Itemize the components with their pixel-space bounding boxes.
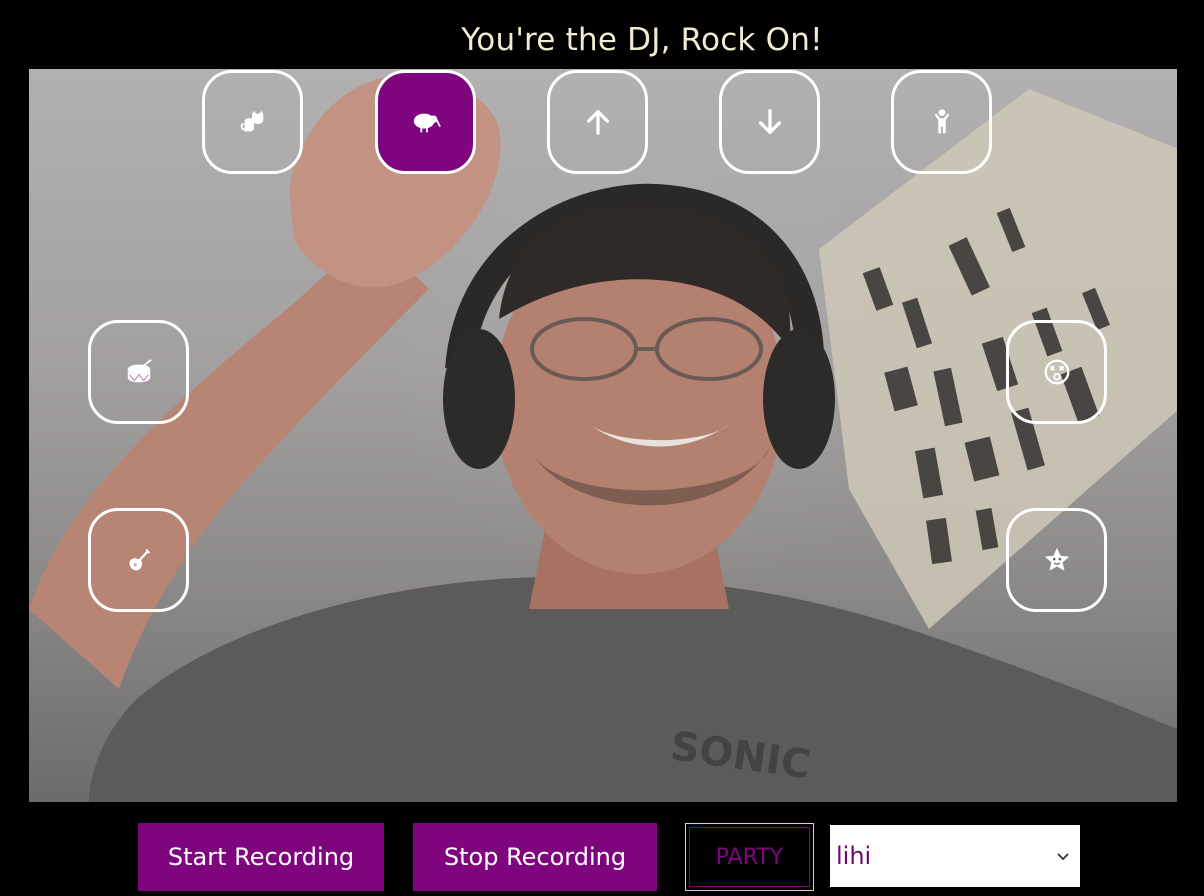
user-select-value: lihi	[836, 842, 872, 870]
webcam-frame: SONIC	[29, 76, 1177, 802]
guitar-pad[interactable]	[88, 508, 189, 612]
arrow-down-pad[interactable]	[719, 70, 820, 174]
child-pad[interactable]	[891, 70, 992, 174]
webcam-video: SONIC	[29, 69, 1177, 802]
child-icon	[934, 109, 949, 134]
star-face-pad[interactable]	[1006, 508, 1107, 612]
start-recording-button[interactable]: Start Recording	[138, 823, 384, 891]
user-select[interactable]: lihi	[830, 825, 1080, 887]
star-face-icon	[1044, 547, 1069, 571]
party-button-label: PARTY	[715, 844, 784, 870]
guitar-icon	[128, 548, 150, 571]
dizzy-face-pad[interactable]	[1006, 320, 1107, 424]
dizzy-face-icon	[1044, 359, 1069, 385]
cat-icon	[240, 110, 263, 132]
arrow-down-icon	[758, 109, 781, 134]
chevron-down-icon	[1057, 853, 1069, 861]
party-button[interactable]: PARTY	[685, 823, 814, 891]
arrow-up-pad[interactable]	[547, 70, 648, 174]
page-title: You're the DJ, Rock On!	[461, 22, 823, 58]
arrow-up-icon	[586, 110, 609, 135]
cat-pad[interactable]	[202, 70, 303, 174]
kiwi-bird-icon	[413, 113, 441, 133]
kiwi-bird-pad[interactable]	[375, 70, 476, 174]
stop-recording-button[interactable]: Stop Recording	[413, 823, 657, 891]
drum-pad[interactable]	[88, 320, 189, 424]
drum-icon	[127, 359, 152, 383]
